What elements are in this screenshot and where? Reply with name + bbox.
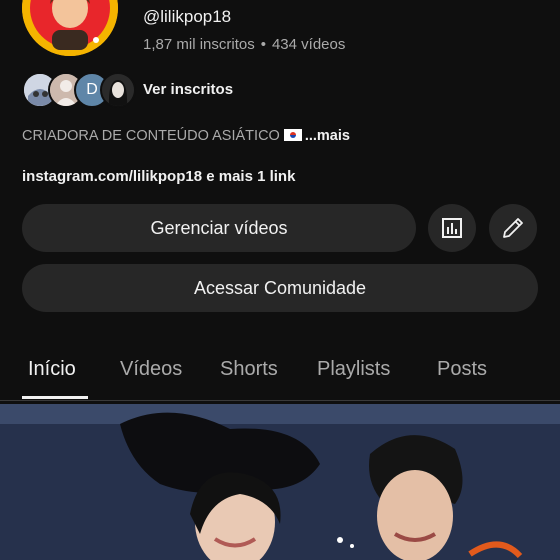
active-tab-indicator — [22, 396, 88, 399]
video-thumbnail-image — [0, 404, 560, 560]
description-text: CRIADORA DE CONTEÚDO ASIÁTICO — [22, 128, 280, 144]
channel-avatar-image — [22, 0, 118, 56]
tabs-divider — [0, 400, 560, 401]
stats-button[interactable] — [428, 204, 476, 252]
tab-playlists[interactable]: Playlists — [317, 358, 390, 406]
channel-handle: @lilikpop18 — [143, 7, 232, 26]
video-count: 434 vídeos — [271, 36, 346, 53]
tab-videos[interactable]: Vídeos — [120, 358, 182, 406]
tab-posts[interactable]: Posts — [437, 358, 487, 406]
manage-videos-label: Gerenciar vídeos — [150, 217, 288, 238]
featured-video-thumbnail[interactable] — [0, 404, 560, 560]
description-more-link[interactable]: ...mais — [305, 128, 350, 144]
channel-links[interactable]: instagram.com/lilikpop18 e mais 1 link — [22, 168, 295, 185]
manage-videos-button[interactable]: Gerenciar vídeos — [22, 204, 416, 252]
see-subscribers-link[interactable]: Ver inscritos — [143, 81, 233, 98]
subscriber-avatars[interactable]: D — [22, 72, 142, 108]
channel-tabs: Início Vídeos Shorts Playlists Posts — [0, 352, 560, 400]
edit-channel-button[interactable] — [489, 204, 537, 252]
channel-description[interactable]: CRIADORA DE CONTEÚDO ASIÁTICO ...mais — [22, 128, 350, 144]
south-korea-flag-icon — [283, 129, 302, 141]
subscriber-count: 1,87 mil inscritos — [143, 36, 255, 53]
bar-chart-icon — [442, 218, 462, 238]
channel-avatar[interactable] — [22, 0, 118, 56]
stats-separator: • — [260, 36, 266, 53]
community-button[interactable]: Acessar Comunidade — [22, 264, 538, 312]
channel-stats: 1,87 mil inscritos • 434 vídeos — [143, 36, 345, 53]
tab-shorts[interactable]: Shorts — [220, 358, 278, 406]
subscriber-avatar — [100, 72, 136, 108]
pencil-icon — [503, 218, 523, 238]
community-label: Acessar Comunidade — [193, 277, 367, 298]
